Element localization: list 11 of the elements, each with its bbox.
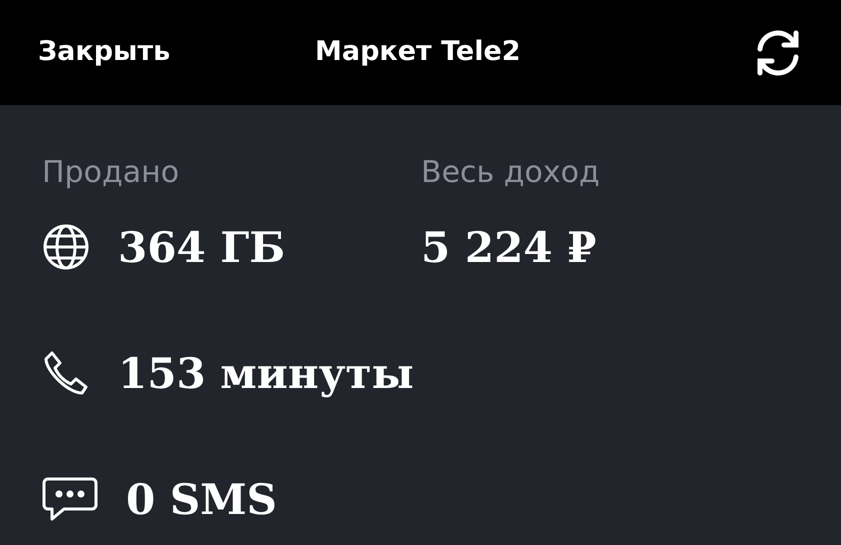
section-label: Продано (42, 155, 180, 191)
globe-icon (42, 223, 90, 271)
stat-value: 153 минуты (118, 348, 414, 400)
chat-icon (42, 475, 98, 523)
income-value: 5 224 ₽ (421, 222, 596, 274)
page-title: Маркет Tele2 (315, 35, 521, 70)
phone-icon (42, 349, 90, 397)
close-button[interactable]: Закрыть (38, 32, 170, 73)
section-label: Весь доход (421, 155, 600, 191)
stat-value: 364 ГБ (118, 222, 286, 274)
stat-value: 0 SMS (126, 474, 277, 526)
